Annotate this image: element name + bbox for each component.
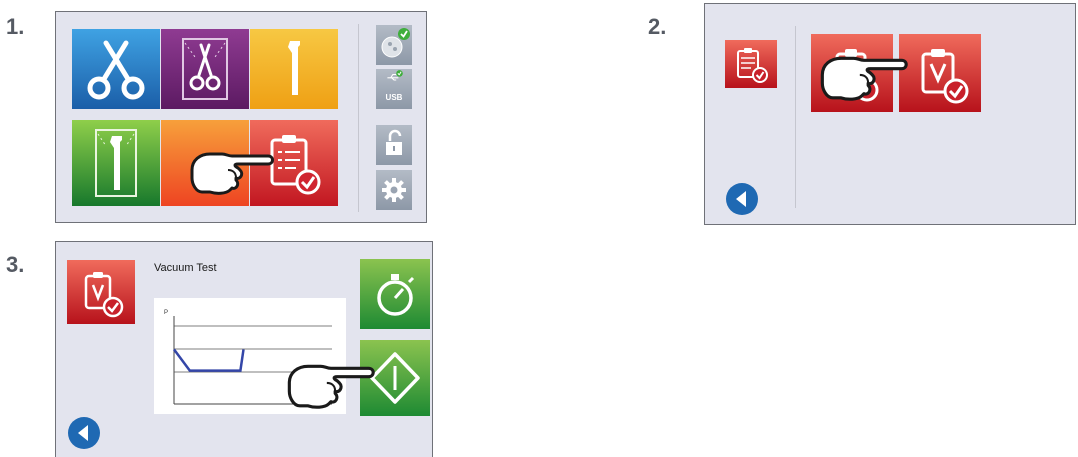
- wrapped-handpiece-program-button[interactable]: [72, 120, 160, 206]
- vacuum-test-icon-tile: [67, 260, 135, 324]
- wrapped-forceps-icon: [182, 38, 228, 100]
- tests-menu-screen: [704, 3, 1076, 225]
- handpiece-program-button[interactable]: [250, 29, 338, 109]
- usb-label: USB: [385, 93, 403, 102]
- vacuum-test-button[interactable]: [899, 34, 981, 112]
- settings-button[interactable]: [376, 170, 412, 210]
- menu-divider: [358, 24, 359, 212]
- step-number-3: 3.: [6, 252, 25, 277]
- unlock-icon: [386, 129, 402, 155]
- back-arrow-icon: [726, 183, 758, 215]
- scissors-icon: [87, 40, 145, 100]
- tests-menu-divider: [795, 26, 796, 208]
- wrapped-instruments-program-button[interactable]: [161, 29, 249, 109]
- lock-button[interactable]: [376, 125, 412, 165]
- sd-card-status-button[interactable]: [376, 25, 412, 65]
- stopwatch-icon: [377, 274, 415, 316]
- back-button[interactable]: [67, 416, 101, 450]
- unwrapped-instruments-program-button[interactable]: [72, 29, 160, 109]
- test-checklist-icon: [737, 48, 768, 83]
- back-button[interactable]: [725, 182, 759, 216]
- handpiece-icon: [288, 41, 300, 95]
- sd-card-check-icon: [381, 28, 410, 58]
- timer-button[interactable]: [360, 259, 430, 329]
- pointing-hand-icon: [188, 148, 276, 196]
- wrapped-handpiece-icon: [95, 129, 137, 197]
- gear-icon: [382, 178, 406, 202]
- step-number-2: 2.: [648, 14, 667, 39]
- vacuum-test-icon: [921, 49, 969, 104]
- pointing-hand-icon: [285, 360, 377, 410]
- usb-check-icon: [387, 70, 403, 81]
- y-axis-label: P: [164, 310, 168, 316]
- back-arrow-icon: [68, 417, 100, 449]
- screen-title: Vacuum Test: [154, 262, 217, 274]
- step-number-1: 1.: [6, 14, 25, 39]
- pointing-hand-icon: [818, 52, 910, 102]
- vacuum-test-icon: [84, 272, 124, 318]
- tests-menu-icon-tile: [725, 40, 777, 88]
- vacuum-test-screen: Vacuum Test P: [55, 241, 433, 457]
- usb-status-button[interactable]: USB: [376, 69, 412, 109]
- vacuum-curve: [172, 348, 245, 372]
